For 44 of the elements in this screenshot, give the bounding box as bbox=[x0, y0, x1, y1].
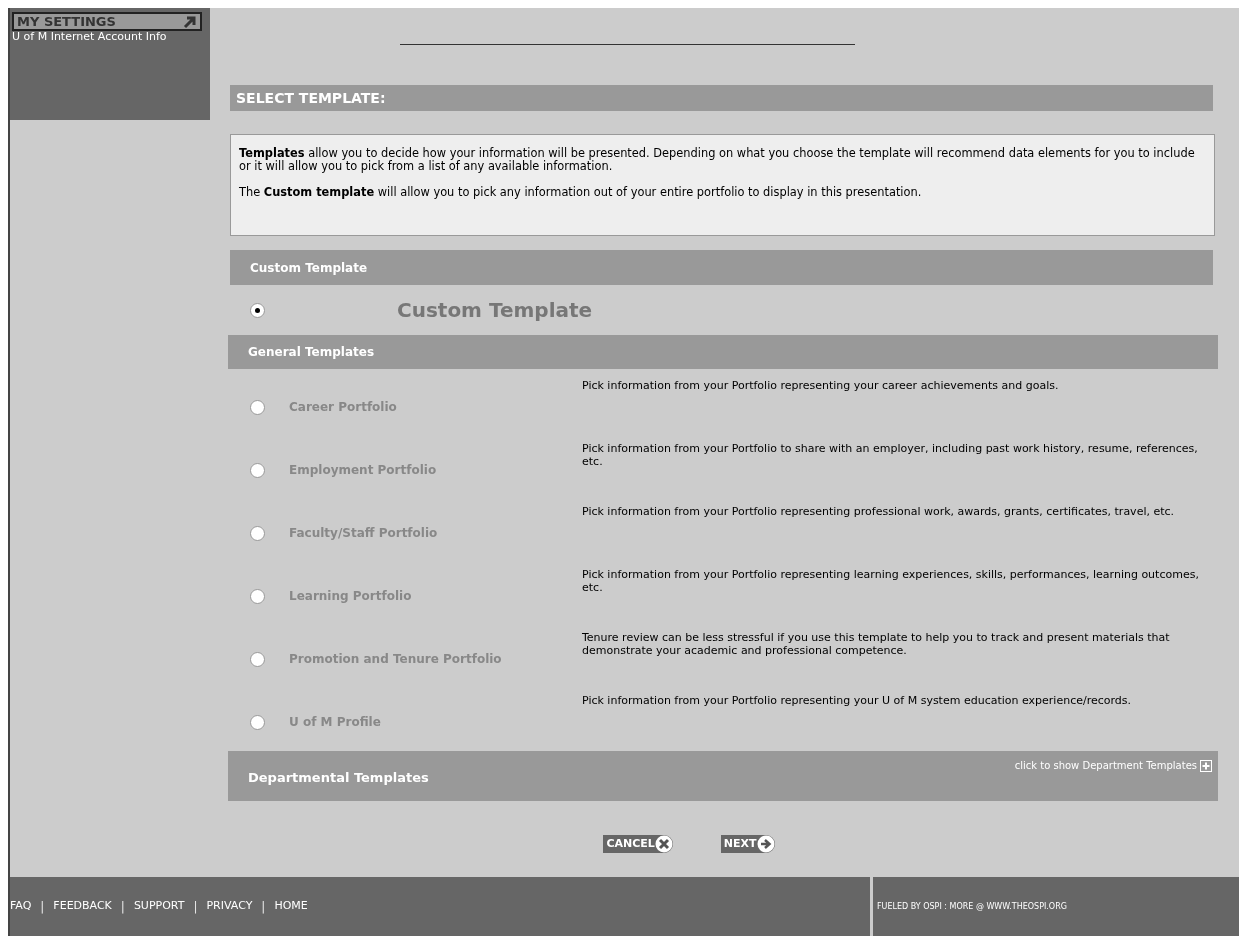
radio-button[interactable] bbox=[250, 714, 265, 730]
my-settings-button[interactable]: MY SETTINGS bbox=[12, 12, 202, 31]
expand-icon bbox=[1200, 759, 1212, 772]
template-name: Employment Portfolio bbox=[289, 462, 437, 479]
radio-button[interactable] bbox=[250, 588, 265, 604]
radio-button[interactable] bbox=[250, 462, 265, 478]
template-name: Career Portfolio bbox=[289, 399, 397, 416]
section-header: Custom Template bbox=[230, 250, 1213, 285]
close-icon bbox=[654, 835, 673, 853]
intro-paragraph: Templates allow you to decide how your information will be presented. Depending on what you choose the template will recommend data elements for you to include or it will allow you to pick from a list of any available information. bbox=[239, 147, 1196, 173]
template-name: Custom Template bbox=[397, 297, 593, 324]
template-name: Learning Portfolio bbox=[289, 588, 412, 605]
footer-separator: | bbox=[261, 898, 266, 916]
footer-separator: | bbox=[40, 898, 45, 916]
template-name: Faculty/Staff Portfolio bbox=[289, 525, 438, 542]
template-description: Pick information from your Portfolio representing your U of M system education experience/records. bbox=[582, 694, 1133, 709]
template-description: Pick information from your Portfolio to share with an employer, including past work history, resume, references, etc. bbox=[582, 442, 1199, 470]
footer-link[interactable]: SUPPORT bbox=[133, 898, 185, 915]
intro-paragraph: The Custom template will allow you to pick any information out of your entire portfolio to display in this presentation. bbox=[239, 186, 923, 199]
radio-button[interactable] bbox=[250, 302, 265, 318]
arrow-right-icon bbox=[756, 835, 775, 853]
template-description: Tenure review can be less stressful if you use this template to help you to track and present materials that demonstrate your academic and professional competence. bbox=[582, 631, 1171, 659]
footer-separator: | bbox=[193, 898, 198, 916]
template-description: Pick information from your Portfolio representing learning experiences, skills, performances, learning outcomes, etc. bbox=[582, 568, 1200, 596]
account-info-link[interactable]: U of M Internet Account Info bbox=[12, 31, 177, 43]
page-title: SELECT TEMPLATE: bbox=[236, 88, 386, 108]
template-description: Pick information from your Portfolio representing your career achievements and goals. bbox=[582, 379, 1060, 394]
footer-link[interactable]: FEEDBACK bbox=[53, 898, 112, 915]
footer-link[interactable]: PRIVACY bbox=[206, 898, 253, 915]
footer-credit: FUELED BY OSPI : MORE @ WWW.THEOSPI.ORG bbox=[877, 900, 1067, 913]
arrow-up-right-icon bbox=[183, 14, 197, 29]
section-header: General Templates bbox=[228, 335, 1218, 369]
template-description: Pick information from your Portfolio representing professional work, awards, grants, certificates, travel, etc. bbox=[582, 505, 1176, 520]
template-name: Promotion and Tenure Portfolio bbox=[289, 651, 502, 668]
template-name: U of M Profile bbox=[289, 714, 381, 731]
cancel-button[interactable]: CANCEL bbox=[603, 835, 673, 853]
section-header: Departmental Templates click to show Department Templates bbox=[228, 751, 1218, 801]
footer-link[interactable]: FAQ bbox=[10, 898, 32, 915]
radio-button[interactable] bbox=[250, 651, 265, 667]
radio-button[interactable] bbox=[250, 399, 265, 415]
next-button[interactable]: NEXT bbox=[720, 835, 775, 853]
footer-link[interactable]: HOME bbox=[274, 898, 308, 915]
footer-separator: | bbox=[120, 898, 125, 916]
radio-button[interactable] bbox=[250, 525, 265, 541]
